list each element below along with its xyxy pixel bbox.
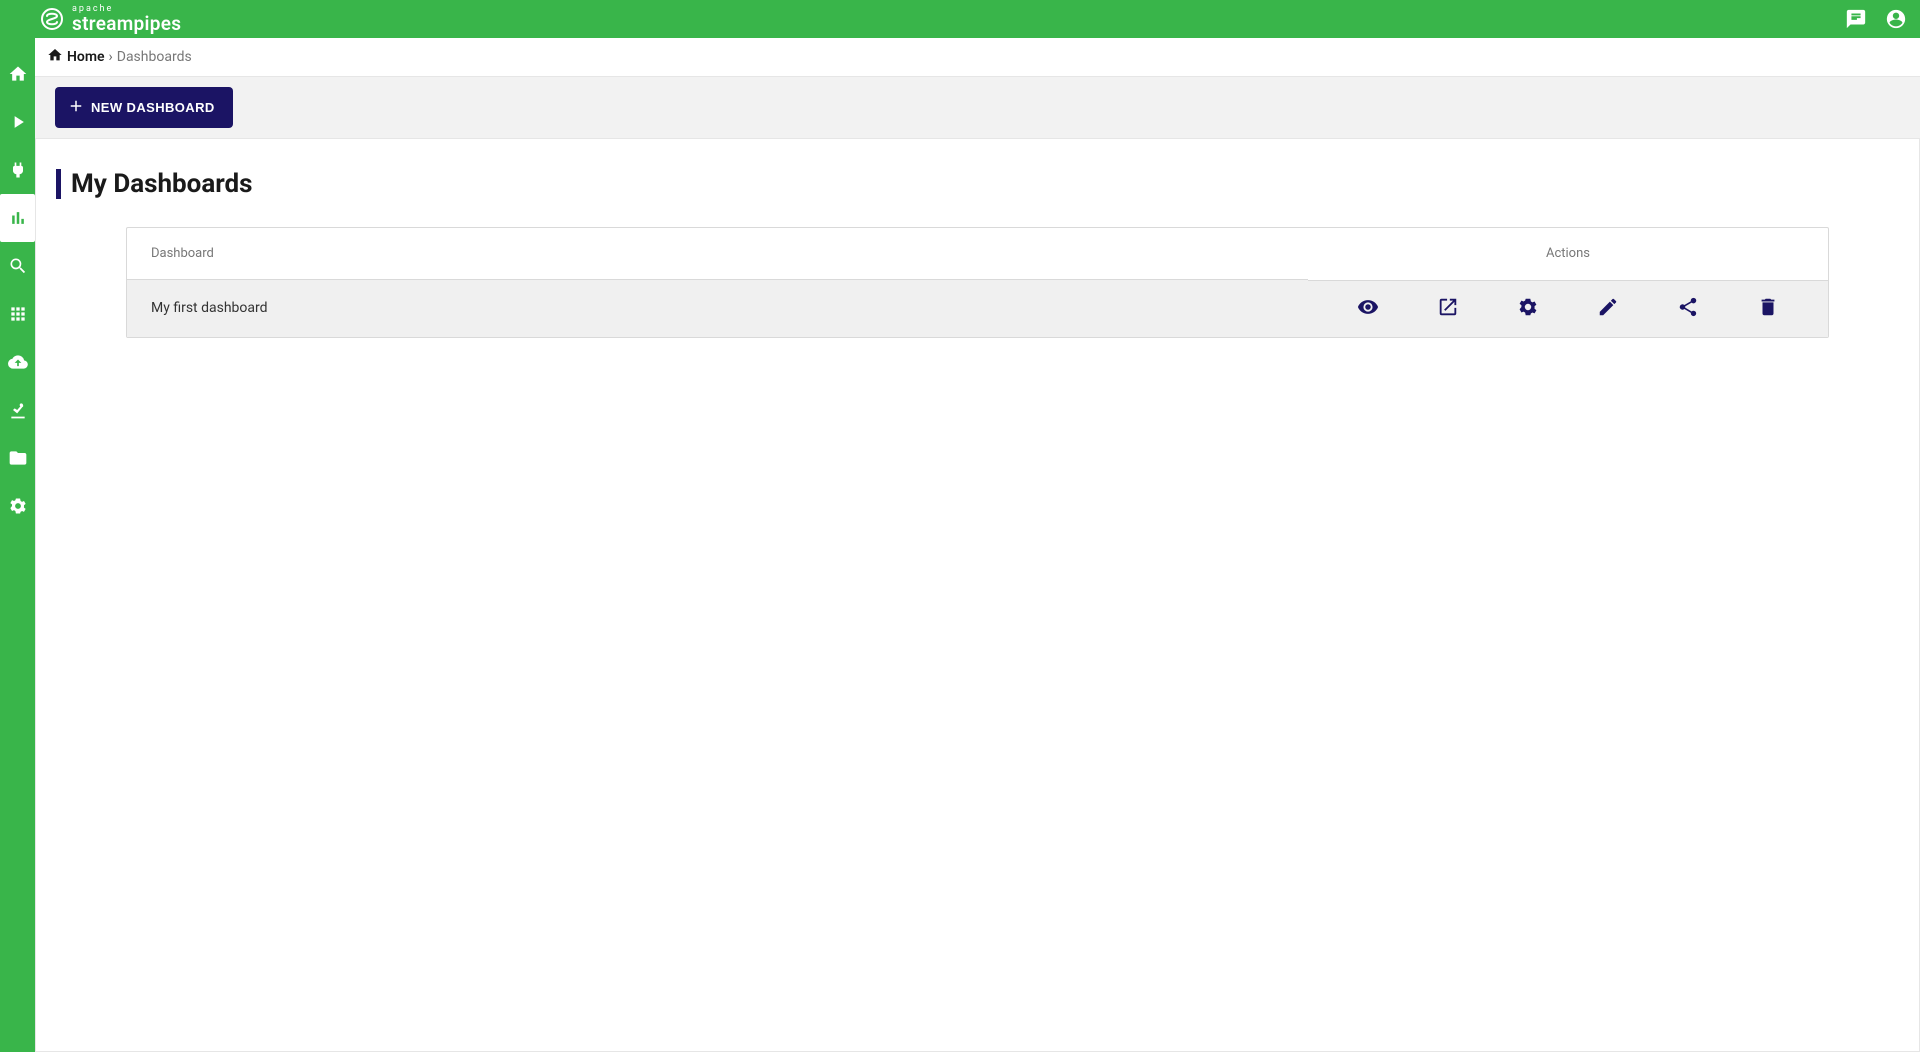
- trash-icon: [1757, 296, 1779, 322]
- table-header-row: Dashboard Actions: [127, 228, 1828, 280]
- topbar: apache streampipes: [0, 0, 1920, 38]
- account-icon[interactable]: [1884, 7, 1908, 31]
- brand-text: apache streampipes: [72, 5, 181, 33]
- settings-dashboard-button[interactable]: [1516, 297, 1540, 321]
- brand-big: streampipes: [72, 14, 181, 33]
- sidebar-item-install[interactable]: [0, 338, 35, 386]
- view-dashboard-button[interactable]: [1356, 297, 1380, 321]
- delete-dashboard-button[interactable]: [1756, 297, 1780, 321]
- open-in-new-icon: [1437, 296, 1459, 322]
- column-header-actions: Actions: [1308, 228, 1828, 280]
- share-icon: [1677, 296, 1699, 322]
- dashboard-actions-cell: [1308, 280, 1828, 337]
- sidebar-item-settings[interactable]: [0, 482, 35, 530]
- breadcrumb-separator: ›: [109, 49, 113, 65]
- new-dashboard-button[interactable]: NEW DASHBOARD: [55, 87, 233, 128]
- sidebar-item-files[interactable]: [0, 434, 35, 482]
- eye-icon: [1357, 296, 1379, 322]
- toolbar: NEW DASHBOARD: [35, 77, 1920, 139]
- messages-icon[interactable]: [1844, 7, 1868, 31]
- open-external-button[interactable]: [1436, 297, 1460, 321]
- sidebar-item-dashboards[interactable]: [0, 194, 35, 242]
- page-title: My Dashboards: [56, 169, 1899, 199]
- pencil-icon: [1597, 296, 1619, 322]
- dashboard-name-cell: My first dashboard: [127, 280, 1308, 337]
- new-dashboard-label: NEW DASHBOARD: [91, 100, 215, 115]
- brand[interactable]: apache streampipes: [40, 5, 181, 33]
- sidebar-item-apps[interactable]: [0, 290, 35, 338]
- table-row: My first dashboard: [127, 280, 1828, 337]
- plus-icon: [67, 97, 85, 118]
- breadcrumb-home-label: Home: [67, 49, 105, 65]
- breadcrumb-home[interactable]: Home: [47, 47, 105, 67]
- gear-icon: [1517, 296, 1539, 322]
- main: Home › Dashboards NEW DASHBOARD My Dashb…: [35, 38, 1920, 1052]
- sidebar-item-pipelines[interactable]: [0, 98, 35, 146]
- column-header-name: Dashboard: [127, 228, 1308, 280]
- sidebar-item-connect[interactable]: [0, 146, 35, 194]
- dashboards-table: Dashboard Actions My first dashboard: [126, 227, 1829, 338]
- breadcrumb-current: Dashboards: [117, 49, 192, 65]
- edit-dashboard-button[interactable]: [1596, 297, 1620, 321]
- sidebar: [0, 38, 35, 1052]
- brand-logo-icon: [40, 7, 64, 31]
- sidebar-item-search[interactable]: [0, 242, 35, 290]
- home-icon: [47, 47, 63, 67]
- topbar-icons: [1844, 7, 1908, 31]
- sidebar-item-robot-arm[interactable]: [0, 386, 35, 434]
- breadcrumb: Home › Dashboards: [35, 38, 1920, 77]
- share-dashboard-button[interactable]: [1676, 297, 1700, 321]
- content: My Dashboards Dashboard Actions My first…: [35, 139, 1920, 1052]
- sidebar-item-home[interactable]: [0, 50, 35, 98]
